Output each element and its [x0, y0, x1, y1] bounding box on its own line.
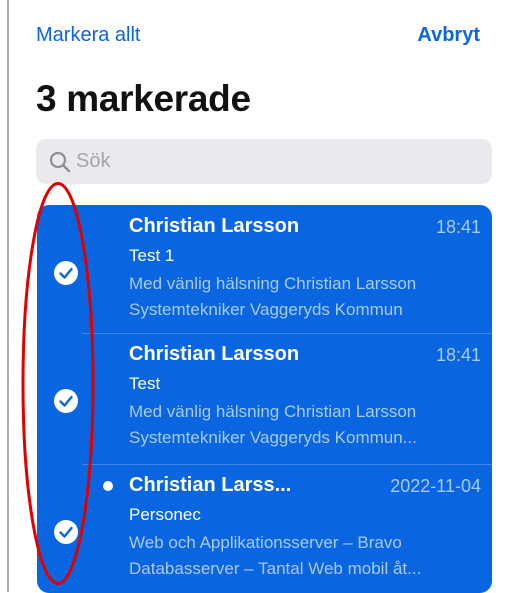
email-row[interactable]: Christian Larsson 18:41 Test Med vänlig … — [37, 333, 492, 461]
email-preview-line: Med vänlig hälsning Christian Larsson — [129, 274, 417, 293]
email-time: 18:41 — [435, 345, 481, 365]
email-sender: Christian Larsson — [129, 215, 300, 237]
email-sender: Christian Larsson — [129, 343, 300, 365]
email-list: Christian Larsson 18:41 Test 1 Med vänli… — [37, 205, 492, 593]
top-bar: Markera allt Avbryt — [0, 24, 507, 54]
email-time: 2022-11-04 — [390, 476, 481, 496]
select-all-button[interactable]: Markera allt — [36, 24, 140, 47]
window-edge-divider — [7, 0, 9, 592]
email-preview-line: Systemtekniker Vaggeryds Kommun... — [129, 428, 417, 447]
page-title: 3 markerade — [36, 78, 251, 119]
unread-dot-icon — [103, 481, 113, 491]
email-time: 18:41 — [435, 217, 481, 237]
cancel-button[interactable]: Avbryt — [417, 24, 480, 47]
search-input[interactable] — [76, 139, 476, 184]
email-preview-line: Med vänlig hälsning Christian Larsson — [129, 402, 417, 421]
search-bar[interactable] — [36, 139, 492, 184]
search-icon — [49, 151, 71, 173]
email-row[interactable]: Christian Larsson 18:41 Test 1 Med vänli… — [37, 205, 492, 333]
email-row[interactable]: Christian Larss... 2022-11-04 Personec W… — [37, 464, 492, 592]
email-sender: Christian Larss... — [129, 474, 292, 496]
annotation-oval — [21, 182, 95, 585]
email-subject: Test 1 — [129, 246, 175, 265]
email-preview-line: Web och Applikationsserver – Bravo — [129, 533, 402, 552]
email-preview-line: Databasserver – Tantal Web mobil åt... — [129, 559, 422, 578]
email-preview-line: Systemtekniker Vaggeryds Kommun — [129, 300, 403, 319]
email-subject: Personec — [129, 505, 201, 524]
email-subject: Test — [129, 374, 161, 393]
